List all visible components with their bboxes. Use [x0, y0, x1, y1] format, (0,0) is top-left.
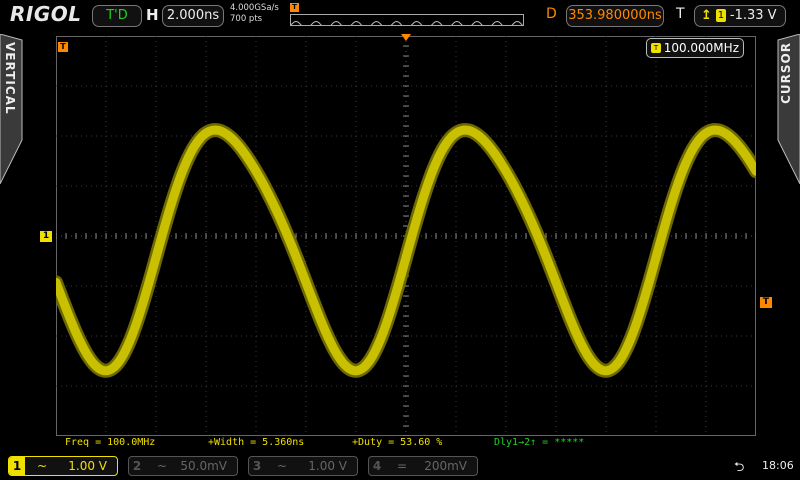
trigger-level-marker[interactable]: T	[760, 297, 772, 308]
frequency-counter[interactable]: T 100.000MHz	[646, 38, 744, 58]
delay-value[interactable]: 353.980000ns	[566, 5, 664, 27]
cursor-tab-label: CURSOR	[779, 42, 793, 104]
channel1-scale: 1.00 V	[68, 459, 107, 473]
ac-coupling-icon: ~	[157, 459, 168, 473]
brand-logo: RIGOL	[10, 2, 82, 26]
trigger-position-marker	[401, 34, 411, 41]
channel1-settings[interactable]: 1 ~ 1.00 V	[8, 456, 118, 476]
channel2-scale: 50.0mV	[180, 459, 227, 473]
channel4-number: 4	[372, 459, 382, 473]
memory-overview-strip[interactable]	[290, 14, 524, 26]
measurement-positive-width: +Width = 5.360ns	[208, 437, 305, 448]
measurement-frequency: Freq = 100.0MHz	[65, 437, 156, 448]
acquisition-info: 4.000GSa/s 700 pts	[230, 3, 279, 25]
vertical-tab-label: VERTICAL	[3, 42, 17, 115]
usb-icon: ⮌	[734, 460, 745, 475]
channel1-offset-marker[interactable]: 1	[40, 231, 52, 242]
memory-waveform-preview	[291, 20, 523, 25]
channel-bar: 1 ~ 1.00 V 2 ~ 50.0mV 3 ~ 1.00 V 4 = 200…	[0, 452, 800, 480]
measurement-positive-duty: +Duty = 53.60 %	[352, 437, 443, 448]
trigger-label: T	[676, 6, 685, 22]
channel4-scale: 200mV	[424, 459, 467, 473]
counter-trigger-icon: T	[651, 43, 661, 53]
vertical-tab[interactable]: VERTICAL	[0, 34, 24, 184]
trigger-position-icon: T	[290, 3, 299, 12]
rising-edge-icon: ↥	[701, 8, 712, 23]
dc-coupling-icon: =	[397, 459, 408, 473]
channel4-settings[interactable]: 4 = 200mV	[368, 456, 478, 476]
frequency-counter-value: 100.000MHz	[663, 41, 739, 55]
trigger-settings[interactable]: ↥ 1 -1.33 V	[694, 5, 786, 27]
channel3-number: 3	[252, 459, 262, 473]
delay-label: D	[546, 6, 557, 22]
ac-coupling-icon: ~	[277, 459, 288, 473]
trigger-status-badge[interactable]: T'D	[92, 5, 142, 27]
system-clock: 18:06	[762, 459, 794, 472]
cursor-tab[interactable]: CURSOR	[776, 34, 800, 184]
channel3-settings[interactable]: 3 ~ 1.00 V	[248, 456, 358, 476]
horizontal-label: H	[146, 6, 159, 24]
trigger-level-value: -1.33 V	[729, 8, 777, 23]
channel3-scale: 1.00 V	[308, 459, 347, 473]
graticule	[56, 36, 756, 436]
channel2-settings[interactable]: 2 ~ 50.0mV	[128, 456, 238, 476]
channel2-number: 2	[132, 459, 142, 473]
channel1-number: 1	[9, 457, 25, 475]
ac-coupling-icon: ~	[37, 459, 48, 473]
trigger-source-badge: 1	[715, 9, 726, 22]
trigger-left-marker: T	[58, 42, 68, 52]
measurement-delay: Dly1→2↑ = *****	[494, 437, 585, 448]
top-status-bar: RIGOL T'D H 2.000ns 4.000GSa/s 700 pts T…	[0, 0, 800, 32]
timebase-value[interactable]: 2.000ns	[162, 5, 224, 27]
sample-rate: 4.000GSa/s	[230, 3, 279, 13]
waveform-display[interactable]	[56, 36, 756, 436]
memory-depth: 700 pts	[230, 14, 263, 24]
